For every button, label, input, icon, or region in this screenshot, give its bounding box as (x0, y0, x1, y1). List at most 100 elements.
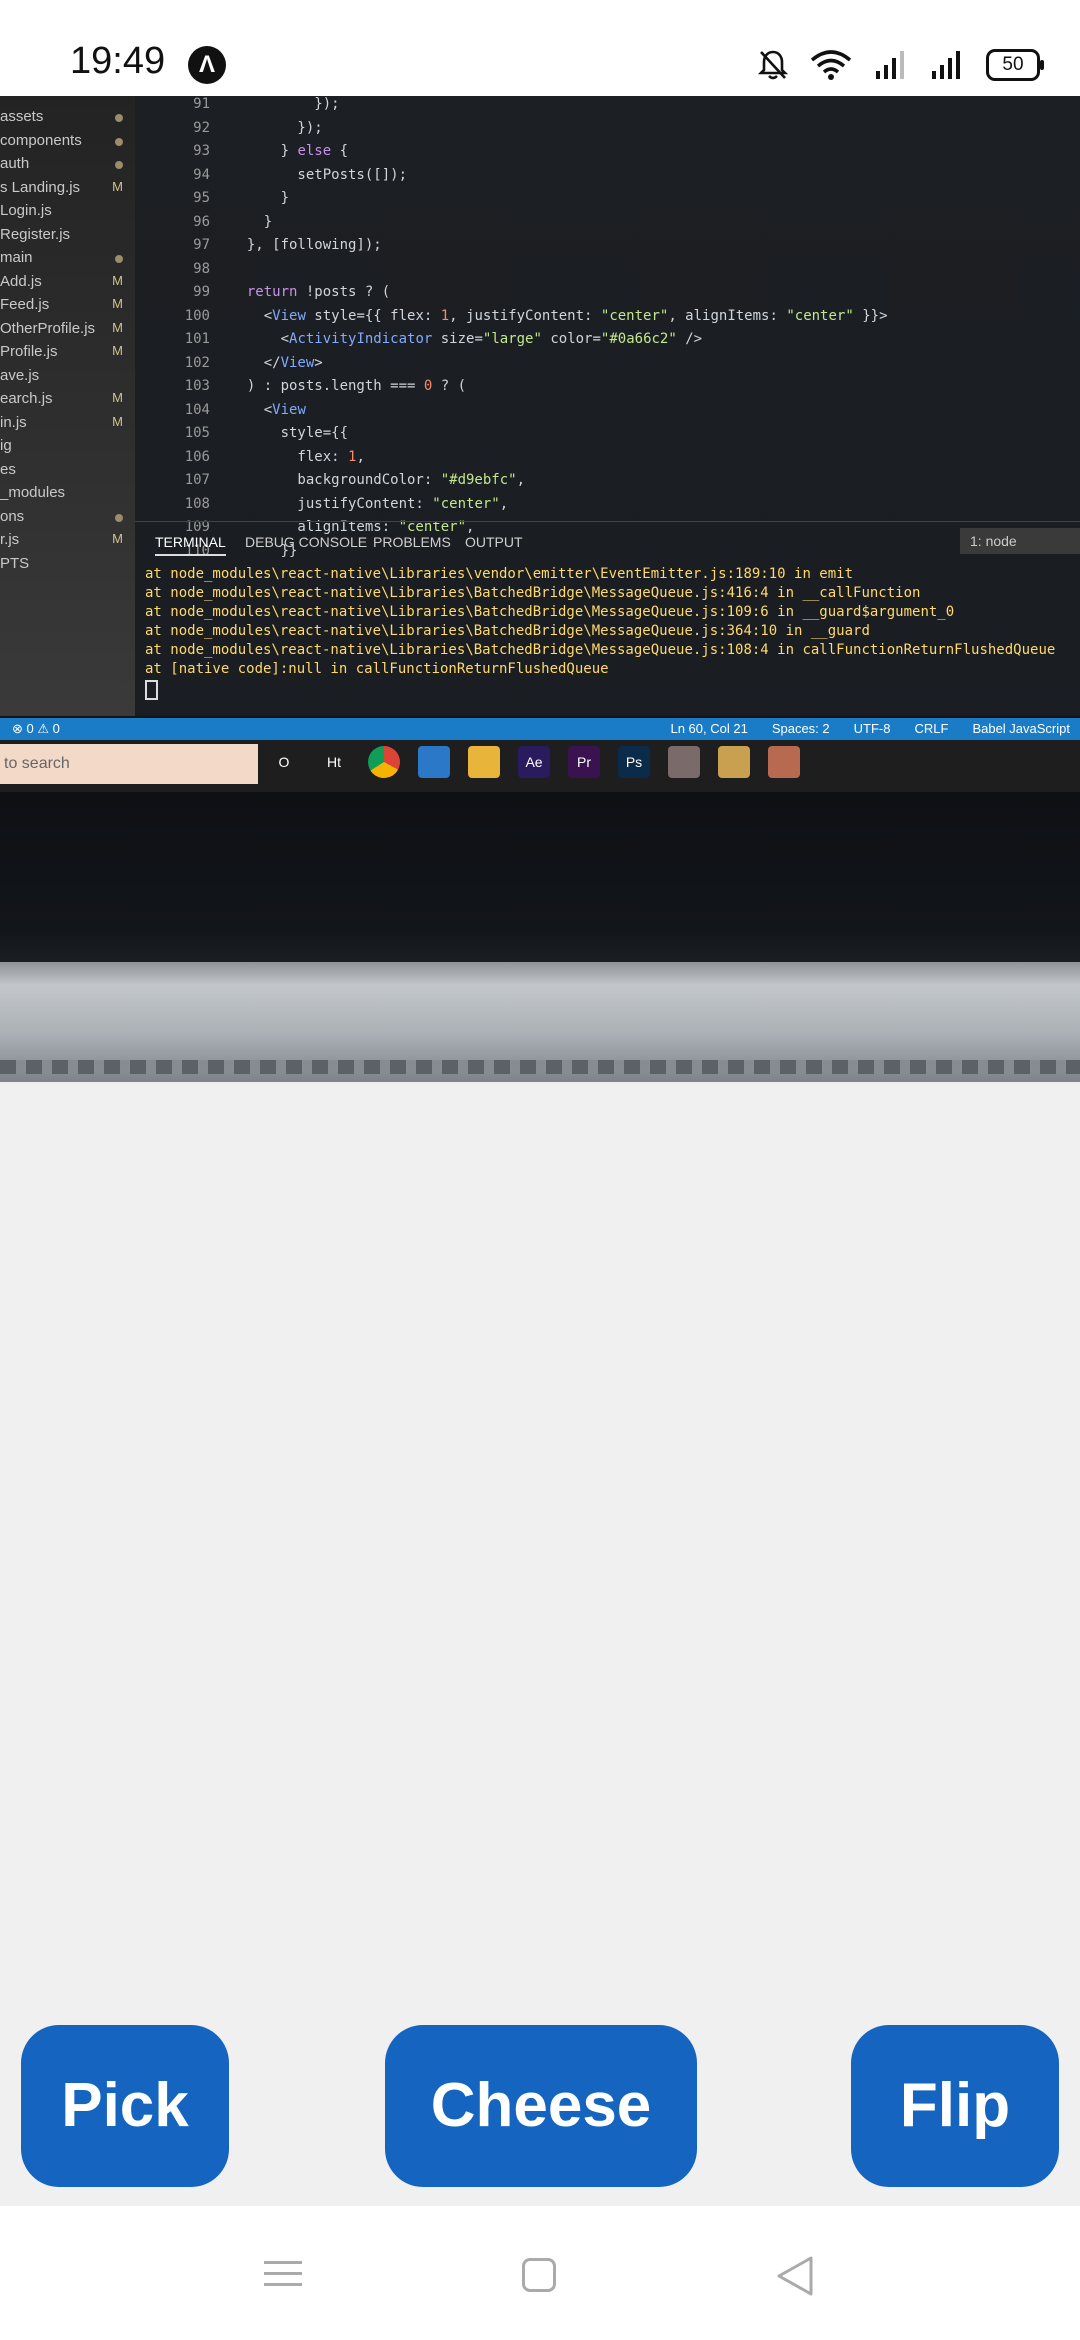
cortana-icon: O (278, 754, 290, 770)
explorer-file: Login.js (0, 202, 52, 219)
explorer-file: r.js M (0, 531, 123, 548)
line-number: 107 (184, 472, 210, 488)
line-number: 99 (193, 284, 210, 300)
app-icon (668, 746, 700, 778)
file-explorer: assets components auth s Landing.js M Login.j… (0, 96, 135, 716)
editor-status-item: UTF-8 (853, 721, 891, 736)
line-number: 102 (184, 354, 210, 371)
back-icon[interactable] (775, 2254, 815, 2298)
code-line: ) : posts.length === 0 ? ( (230, 378, 467, 394)
problems-count: ⊗ 0 ⚠ 0 (12, 721, 60, 736)
line-number: 106 (184, 448, 210, 465)
explorer-file: PTS (0, 554, 30, 572)
pick-button[interactable]: Pick (21, 2025, 229, 2187)
task-view-icon: Ht (327, 754, 341, 770)
premiere-icon: Pr (568, 746, 600, 778)
line-number: 95 (193, 190, 210, 206)
panel-tab-debug-console: DEBUG CONSOLE (245, 534, 368, 550)
flip-button[interactable]: Flip (851, 2025, 1059, 2187)
camera-preview: assets components auth s Landing.js M Login.j… (0, 96, 1080, 1082)
vscode-icon (418, 746, 450, 778)
line-number: 91 (193, 96, 210, 112)
code-line: </View> (230, 354, 323, 371)
code-line: return !posts ? ( (246, 284, 391, 300)
editor-status-item: Ln 60, Col 21 (670, 721, 748, 736)
terminal-line: at [native code]:null in callFunctionRet… (145, 661, 609, 677)
line-number: 93 (193, 143, 210, 159)
wifi-icon (810, 50, 852, 80)
code-line: }, [following]); (230, 237, 382, 253)
battery-icon: 50 (986, 49, 1044, 81)
explorer-file: main (0, 249, 135, 266)
explorer-file: components (0, 132, 135, 149)
code-editor-photo: assets components auth s Landing.js M Login.j… (0, 96, 1080, 716)
terminal-line: at node_modules\react-native\Libraries\v… (145, 566, 854, 582)
editor-status-item: Spaces: 2 (771, 721, 830, 736)
signal-icon (932, 51, 960, 79)
explorer-file: assets (0, 108, 135, 125)
line-number: 108 (184, 495, 210, 512)
explorer-file: Add.js M (0, 272, 123, 290)
explorer-file: earch.js M (0, 390, 123, 407)
signal-icon (876, 51, 904, 79)
line-number: 103 (184, 378, 210, 394)
windows-taskbar: to search O Ht Ae Pr Ps (0, 740, 1080, 792)
recent-apps-icon[interactable] (264, 2261, 302, 2294)
home-icon[interactable] (522, 2258, 556, 2292)
clapper-icon (718, 746, 750, 778)
panel-tab-output: OUTPUT (465, 534, 523, 550)
code-line: <View style={{ flex: 1, justifyContent: … (230, 307, 888, 324)
code-line: } (230, 190, 290, 206)
explorer-file: auth (0, 155, 135, 172)
status-time: 19:49 (70, 40, 166, 82)
editor-status-item: Babel JavaScript (972, 721, 1070, 736)
line-number: 98 (193, 260, 210, 277)
code-line: } (230, 213, 273, 230)
code-line: style={{ (230, 425, 349, 441)
explorer-file: Register.js (0, 225, 71, 243)
explorer-file: in.js M (0, 413, 123, 431)
mute-bell-icon (758, 50, 788, 80)
line-number: 104 (184, 401, 210, 418)
app-icon (768, 746, 800, 778)
explorer-file: _modules (0, 484, 66, 501)
status-right: Ln 60, Col 21 Spaces: 2 UTF-8 CRLF Babel Jav… (670, 721, 1070, 736)
taskbar-search: to search (0, 744, 258, 784)
line-number: 96 (193, 213, 210, 230)
code-line: }); (230, 96, 340, 112)
line-number: 101 (184, 331, 210, 347)
laptop-body (0, 962, 1080, 1082)
terminal-line: at node_modules\react-native\Libraries\B… (145, 604, 955, 620)
code-area: }); }); } else { setPosts([]); } } }, [f… (230, 96, 1080, 559)
code-line: setPosts([]); (230, 166, 408, 183)
line-number: 94 (193, 166, 210, 183)
explorer-file: OtherProfile.js M (0, 319, 123, 337)
code-line: } else { (230, 143, 349, 159)
line-number: 97 (193, 237, 210, 253)
code-line: flex: 1, (230, 448, 365, 465)
terminal-output: at node_modules\react-native\Libraries\v… (145, 566, 1080, 711)
terminal-cursor (145, 680, 158, 700)
terminal-select: 1: node (960, 528, 1080, 554)
code-line: backgroundColor: "#d9ebfc", (230, 472, 526, 488)
panel-tab-problems: PROBLEMS (373, 534, 451, 550)
chrome-icon (368, 746, 400, 778)
explorer-file: Profile.js M (0, 343, 123, 360)
panel-tab-terminal: TERMINAL (155, 534, 226, 556)
explorer-file: s Landing.js M (0, 178, 123, 196)
terminal-line: at node_modules\react-native\Libraries\B… (145, 642, 1056, 658)
explorer-file: Feed.js M (0, 296, 123, 313)
code-line: <ActivityIndicator size="large" color="#… (230, 331, 703, 347)
code-line: justifyContent: "center", (230, 495, 509, 512)
code-line: <View (230, 401, 306, 418)
editor-status-item: CRLF (914, 721, 949, 736)
after-effects-icon: Ae (518, 746, 550, 778)
cheese-button[interactable]: Cheese (385, 2025, 697, 2187)
line-number: 105 (184, 425, 210, 441)
status-icons: 50 (758, 44, 1044, 86)
taskbar-icons: O Ht Ae Pr Ps (268, 746, 800, 778)
photoshop-icon: Ps (618, 746, 650, 778)
code-line: }); (230, 119, 323, 136)
line-numbers: 91 92 93 94 95 96 97 98 99 100 101 102 103 104 105 106 1… (160, 96, 210, 559)
